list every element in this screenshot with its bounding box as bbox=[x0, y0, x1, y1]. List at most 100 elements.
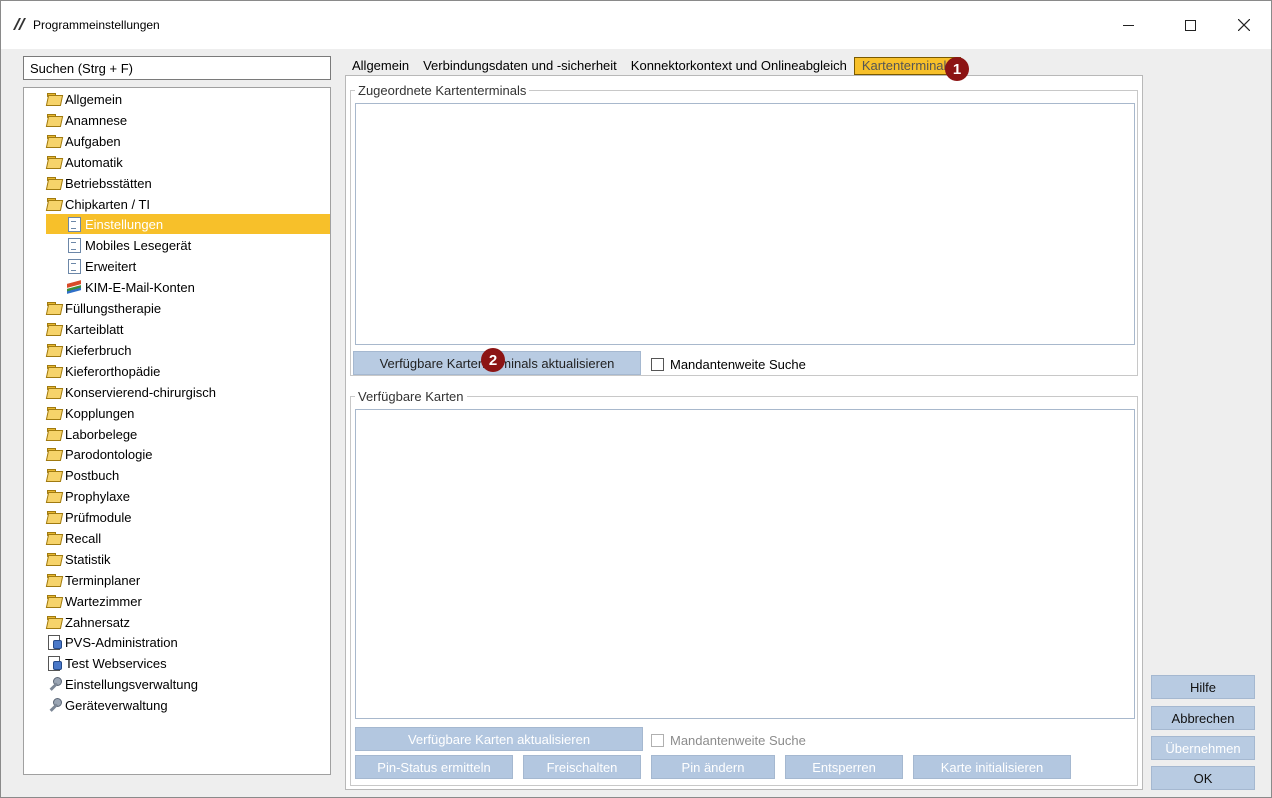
refresh-cards-button[interactable]: Verfügbare Karten aktualisieren bbox=[355, 727, 643, 751]
title-bar: Programmeinstellungen bbox=[1, 1, 1271, 49]
tree-item-label: Geräteverwaltung bbox=[65, 697, 168, 713]
tree-item-einstellungen[interactable]: Einstellungen bbox=[46, 214, 330, 234]
initialize-card-button[interactable]: Karte initialisieren bbox=[913, 755, 1071, 779]
tree-item-kim-email-konten[interactable]: KIM-E-Mail-Konten bbox=[66, 277, 195, 297]
minimize-icon bbox=[1122, 24, 1134, 26]
tree-item-zahnersatz[interactable]: Zahnersatz bbox=[46, 612, 130, 632]
settings-dialog: Programmeinstellungen Suchen (Strg + F) … bbox=[0, 0, 1272, 798]
folder-icon bbox=[46, 385, 62, 399]
tree-item-konservierend-chirurgisch[interactable]: Konservierend-chirurgisch bbox=[46, 382, 216, 402]
document-icon bbox=[66, 259, 82, 274]
tree-item-label: Postbuch bbox=[65, 467, 120, 483]
folder-icon bbox=[46, 531, 62, 545]
tree-item-einstellungsverwaltung[interactable]: Einstellungsverwaltung bbox=[46, 674, 198, 694]
cancel-button[interactable]: Abbrechen bbox=[1151, 706, 1255, 730]
tab-konnektorkontext[interactable]: Konnektorkontext und Onlineabgleich bbox=[624, 57, 854, 75]
tab-verbindungsdaten[interactable]: Verbindungsdaten und -sicherheit bbox=[416, 57, 624, 75]
tree-item-automatik[interactable]: Automatik bbox=[46, 152, 123, 172]
change-pin-button[interactable]: Pin ändern bbox=[651, 755, 775, 779]
tree-item-karteiblatt[interactable]: Karteiblatt bbox=[46, 319, 124, 339]
folder-icon bbox=[46, 406, 62, 420]
tree-item-pruefmodule[interactable]: Prüfmodule bbox=[46, 507, 131, 527]
tree-item-recall[interactable]: Recall bbox=[46, 528, 101, 548]
folder-icon bbox=[46, 155, 62, 169]
cards-tenant-search-checkbox[interactable]: Mandantenweite Suche bbox=[651, 733, 806, 748]
tree-item-kopplungen[interactable]: Kopplungen bbox=[46, 403, 134, 423]
tree-item-label: Kieferbruch bbox=[65, 342, 132, 358]
tree-item-fuellungstherapie[interactable]: Füllungstherapie bbox=[46, 298, 161, 318]
folder-icon bbox=[46, 322, 62, 336]
tree-item-label: Kopplungen bbox=[65, 405, 135, 421]
folder-icon bbox=[46, 301, 62, 315]
tree-item-label: Kieferorthopädie bbox=[65, 363, 161, 379]
tree-item-wartezimmer[interactable]: Wartezimmer bbox=[46, 591, 142, 611]
tree-item-label: Betriebsstätten bbox=[65, 175, 152, 191]
tree-item-anamnese[interactable]: Anamnese bbox=[46, 110, 127, 130]
terminals-group: Zugeordnete Kartenterminals Verfügbare K… bbox=[350, 83, 1138, 376]
terminals-list[interactable] bbox=[355, 103, 1135, 345]
window-title: Programmeinstellungen bbox=[33, 18, 160, 32]
tree-item-terminplaner[interactable]: Terminplaner bbox=[46, 570, 140, 590]
folder-icon bbox=[46, 197, 62, 211]
unblock-button[interactable]: Entsperren bbox=[785, 755, 903, 779]
tree-item-label: Mobiles Lesegerät bbox=[85, 237, 192, 253]
cards-group-legend: Verfügbare Karten bbox=[355, 389, 467, 404]
tree-item-label: Test Webservices bbox=[65, 655, 167, 671]
tree-item-kieferorthopaedie[interactable]: Kieferorthopädie bbox=[46, 361, 160, 381]
folder-icon bbox=[46, 468, 62, 482]
annotation-marker-2: 2 bbox=[481, 348, 505, 372]
folder-icon bbox=[46, 552, 62, 566]
tree-item-label: Anamnese bbox=[65, 112, 128, 128]
close-button[interactable] bbox=[1221, 1, 1267, 49]
tree-item-label: Konservierend-chirurgisch bbox=[65, 384, 217, 400]
folder-icon bbox=[46, 176, 62, 190]
app-logo-icon bbox=[13, 18, 26, 30]
search-input[interactable]: Suchen (Strg + F) bbox=[23, 56, 331, 80]
tab-allgemein[interactable]: Allgemein bbox=[345, 57, 416, 75]
tree-item-label: Wartezimmer bbox=[65, 593, 142, 609]
tree-item-betriebsstaetten[interactable]: Betriebsstätten bbox=[46, 173, 152, 193]
tree-item-statistik[interactable]: Statistik bbox=[46, 549, 111, 569]
apply-button[interactable]: Übernehmen bbox=[1151, 736, 1255, 760]
cards-group: Verfügbare Karten Verfügbare Karten aktu… bbox=[350, 389, 1138, 786]
tree-item-prophylaxe[interactable]: Prophylaxe bbox=[46, 486, 130, 506]
help-button[interactable]: Hilfe bbox=[1151, 675, 1255, 699]
tree-item-mobiles-lesegeraet[interactable]: Mobiles Lesegerät bbox=[66, 235, 191, 255]
tree-item-postbuch[interactable]: Postbuch bbox=[46, 465, 119, 485]
terminals-tenant-search-checkbox[interactable]: Mandantenweite Suche bbox=[651, 357, 806, 372]
tree-item-geraeteverwaltung[interactable]: Geräteverwaltung bbox=[46, 695, 168, 715]
settings-tree: Allgemein Anamnese Aufgaben Automatik Be… bbox=[23, 87, 331, 775]
tree-item-test-webservices[interactable]: Test Webservices bbox=[46, 653, 167, 673]
checkbox-box bbox=[651, 734, 664, 747]
tree-item-aufgaben[interactable]: Aufgaben bbox=[46, 131, 121, 151]
tree-item-parodontologie[interactable]: Parodontologie bbox=[46, 444, 152, 464]
wrench-icon bbox=[46, 698, 62, 712]
tree-item-label: Prophylaxe bbox=[65, 488, 131, 504]
pin-status-button[interactable]: Pin-Status ermitteln bbox=[355, 755, 513, 779]
tree-item-label: Terminplaner bbox=[65, 572, 141, 588]
tree-item-pvs-administration[interactable]: PVS-Administration bbox=[46, 632, 178, 652]
minimize-button[interactable] bbox=[1105, 1, 1151, 49]
folder-icon bbox=[46, 594, 62, 608]
tree-item-label: Zahnersatz bbox=[65, 614, 131, 630]
tree-item-laborbelege[interactable]: Laborbelege bbox=[46, 424, 137, 444]
tree-item-kieferbruch[interactable]: Kieferbruch bbox=[46, 340, 131, 360]
tree-item-label: Parodontologie bbox=[65, 446, 153, 462]
tree-item-erweitert[interactable]: Erweitert bbox=[66, 256, 136, 276]
folder-icon bbox=[46, 92, 62, 106]
tree-item-label: Recall bbox=[65, 530, 102, 546]
tab-content-panel: Zugeordnete Kartenterminals Verfügbare K… bbox=[345, 75, 1143, 790]
cards-list[interactable] bbox=[355, 409, 1135, 719]
tree-item-allgemein[interactable]: Allgemein bbox=[46, 89, 122, 109]
unlock-button[interactable]: Freischalten bbox=[523, 755, 641, 779]
admin-icon bbox=[46, 656, 62, 671]
tree-item-label: Erweitert bbox=[85, 258, 137, 274]
wrench-icon bbox=[46, 677, 62, 691]
maximize-button[interactable] bbox=[1167, 1, 1213, 49]
folder-icon bbox=[46, 364, 62, 378]
tree-item-label: Einstellungen bbox=[85, 216, 164, 232]
folder-icon bbox=[46, 615, 62, 629]
ok-button[interactable]: OK bbox=[1151, 766, 1255, 790]
maximize-icon bbox=[1184, 19, 1196, 31]
tree-item-chipkarten-ti[interactable]: Chipkarten / TI bbox=[46, 194, 150, 214]
